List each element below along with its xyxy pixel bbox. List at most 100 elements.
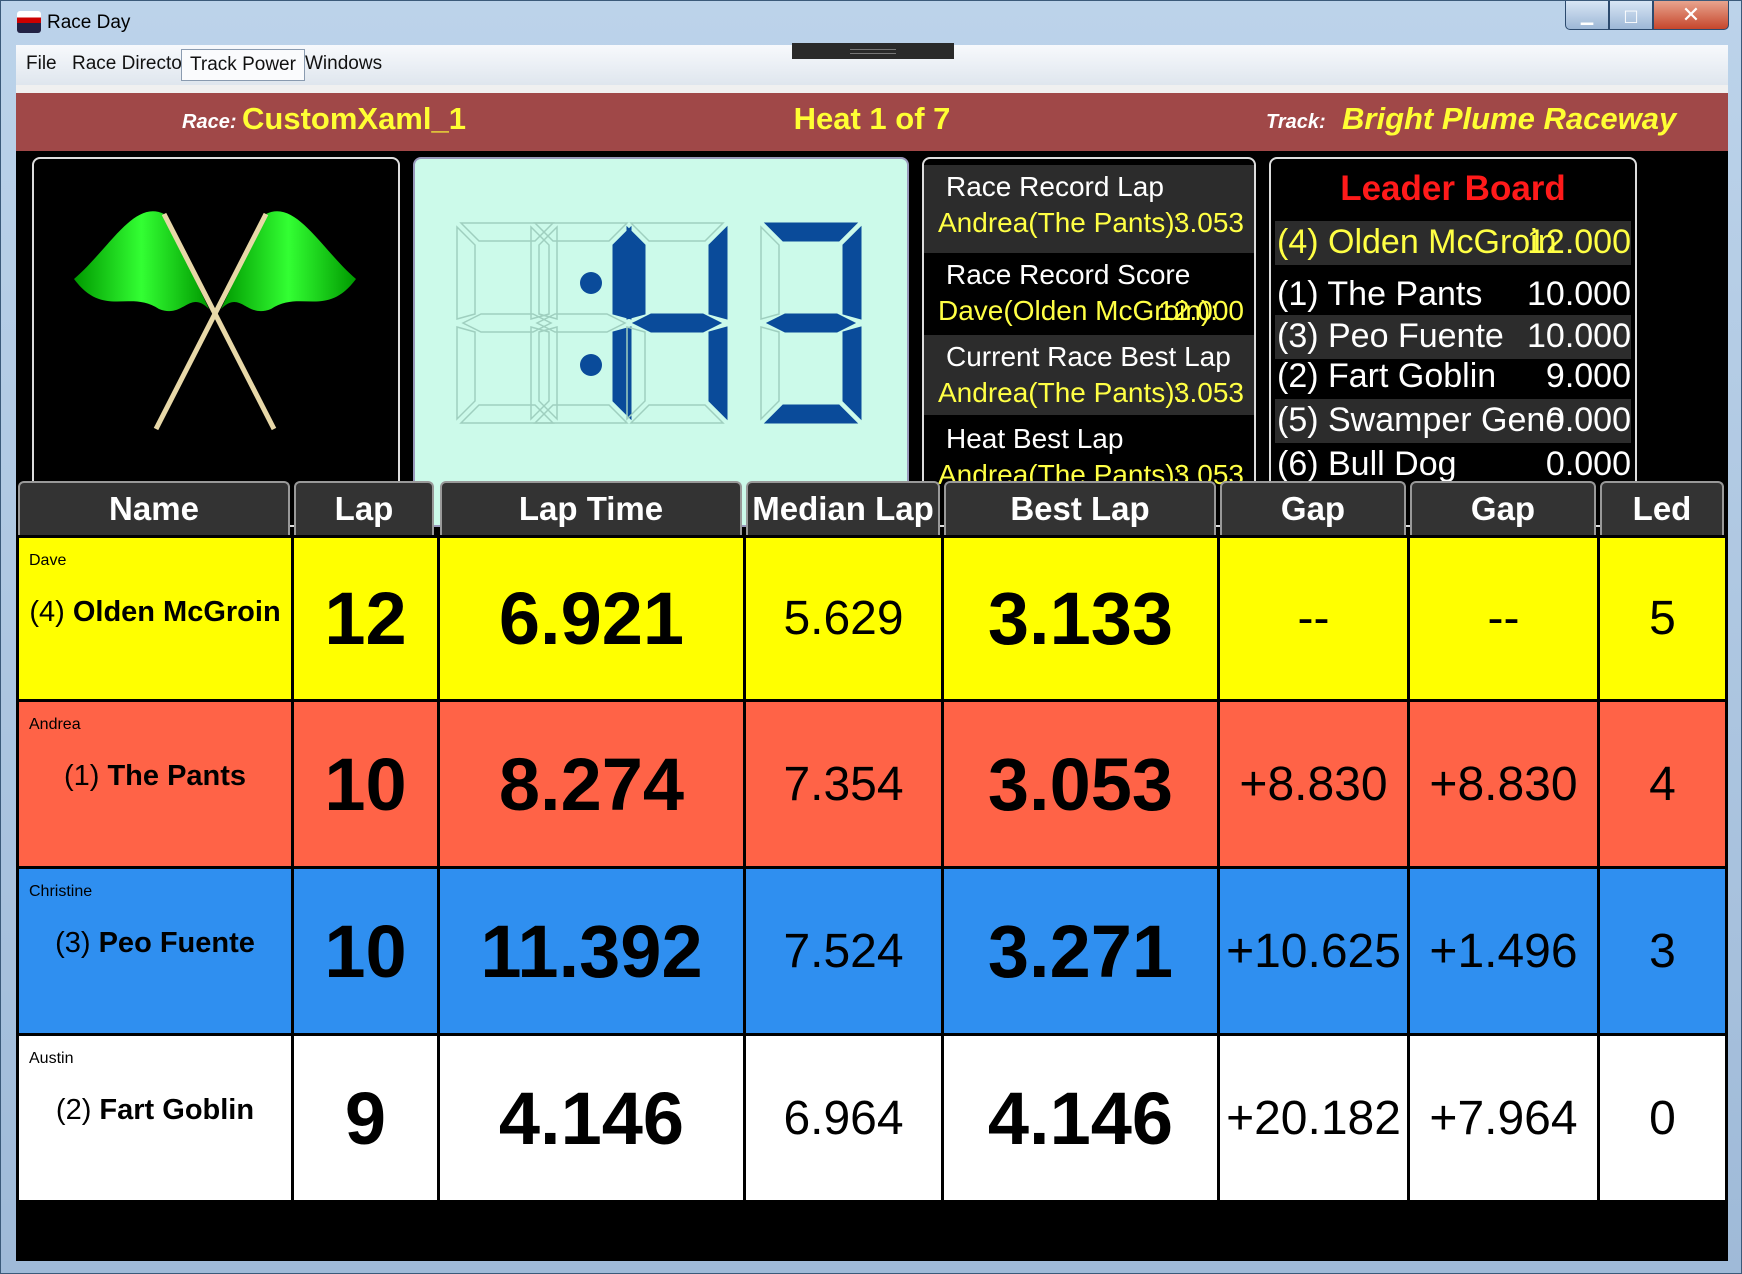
client-area: File Race Director Track Power Windows R… <box>16 43 1728 1261</box>
column-header-lap-time: Lap Time <box>440 481 742 535</box>
median-lap: 6.964 <box>783 1091 904 1145</box>
leader-board-title: Leader Board <box>1340 169 1566 208</box>
clock-segment <box>765 313 857 333</box>
clock-segment <box>763 404 859 424</box>
median-lap-cell: 5.629 <box>746 535 944 702</box>
lap-time: 6.921 <box>498 577 685 660</box>
gap-leader-cell: -- <box>1220 535 1410 702</box>
median-lap: 5.629 <box>783 592 904 645</box>
driver-name: Austin <box>29 1050 74 1067</box>
car-name: (4) Olden McGroin <box>19 596 291 629</box>
lap-time-cell: 4.146 <box>440 1036 746 1203</box>
lane-number: (4) <box>29 596 65 628</box>
clock-segment <box>842 225 862 320</box>
laps-led-cell: 5 <box>1600 535 1728 702</box>
leader-score: 12.000 <box>1527 223 1631 261</box>
menu-race-director[interactable]: Race Director <box>64 49 196 79</box>
median-lap: 7.524 <box>783 924 904 978</box>
leader-name: (4) Olden McGroin <box>1277 223 1557 261</box>
lap-count-cell: 10 <box>294 702 440 869</box>
record-value: 3.053 <box>1173 207 1244 238</box>
clock-segment <box>760 326 780 421</box>
column-header-best-lap: Best Lap <box>944 481 1216 535</box>
clock-segment <box>459 222 555 242</box>
laps-led: 0 <box>1649 1091 1676 1145</box>
flag-panel <box>32 157 400 527</box>
best-lap-cell: 3.133 <box>944 535 1220 702</box>
laps-led-cell: 3 <box>1600 869 1728 1036</box>
green-flag-icon <box>74 211 356 431</box>
car-title: Fart Goblin <box>99 1094 255 1126</box>
laps-led: 5 <box>1649 592 1676 645</box>
car-title: Peo Fuente <box>98 927 255 959</box>
column-header-median-lap: Median Lap <box>746 481 940 535</box>
close-button[interactable]: ✕ <box>1653 1 1729 30</box>
race-day-window: Race Day ▁ □ ✕ File Race Director Track … <box>0 0 1742 1274</box>
gap-interval: +1.496 <box>1429 924 1578 978</box>
racer-name-cell: Andrea (1) The Pants <box>16 702 294 869</box>
gap-leader-cell: +20.182 <box>1220 1036 1410 1203</box>
clock-segment <box>612 326 632 421</box>
minimize-button[interactable]: ▁ <box>1565 1 1609 30</box>
leader-score: 10.000 <box>1527 275 1631 313</box>
clock-segment <box>629 222 725 242</box>
clock-segment <box>456 225 476 320</box>
clock-colon <box>580 354 602 376</box>
title-bar[interactable]: Race Day ▁ □ ✕ <box>1 1 1741 41</box>
best-lap: 3.271 <box>987 909 1174 993</box>
lap-count: 9 <box>344 1076 387 1160</box>
gap-leader-cell: +10.625 <box>1220 869 1410 1036</box>
clock-segment <box>456 326 476 421</box>
clock-segment <box>842 326 862 421</box>
leader-row: (1) The Pants 10.000 <box>1275 273 1631 317</box>
lap-count: 12 <box>324 577 407 660</box>
best-lap-cell: 4.146 <box>944 1036 1220 1203</box>
race-info-bar: Race: CustomXaml_1 Heat 1 of 7 Track: Br… <box>16 93 1728 151</box>
column-header-gap-interval: Gap <box>1410 481 1596 535</box>
gap-leader: +20.182 <box>1226 1091 1401 1145</box>
leader-name: (3) Peo Fuente <box>1277 317 1504 355</box>
lane-number: (3) <box>55 927 91 959</box>
racer-name-cell: Austin (2) Fart Goblin <box>16 1036 294 1203</box>
racer-name-cell: Christine (3) Peo Fuente <box>16 869 294 1036</box>
lap-time: 11.392 <box>480 909 703 993</box>
menu-windows[interactable]: Windows <box>297 49 390 79</box>
clock-segment <box>533 404 629 424</box>
gap-interval: +8.830 <box>1429 757 1578 811</box>
leader-row: (4) Olden McGroin 12.000 <box>1275 221 1631 265</box>
menu-track-power[interactable]: Track Power <box>181 49 305 81</box>
column-header-gap: Gap <box>1220 481 1406 535</box>
menu-file[interactable]: File <box>18 49 65 79</box>
driver-name: Dave <box>29 552 67 569</box>
car-title: Olden McGroin <box>72 596 281 628</box>
gap-interval-cell: +8.830 <box>1410 702 1600 869</box>
app-logo-icon <box>17 11 41 33</box>
maximize-button[interactable]: □ <box>1609 1 1653 30</box>
leader-score: 0.000 <box>1545 445 1631 483</box>
panel-resize-grip[interactable] <box>792 43 954 59</box>
menu-bar: File Race Director Track Power Windows <box>16 43 1728 85</box>
clock-segment <box>626 225 646 320</box>
record-holder: Andrea(The Pants): <box>938 207 1183 238</box>
leader-row: (5) Swamper Gene 0.000 <box>1275 399 1631 443</box>
car-title: The Pants <box>107 760 247 792</box>
best-lap: 4.146 <box>987 1076 1174 1160</box>
window-title: Race Day <box>47 12 131 33</box>
lap-count: 10 <box>324 742 407 826</box>
driver-name: Andrea <box>29 716 81 733</box>
record-title: Race Record Score <box>946 259 1191 290</box>
clock-segment <box>760 225 780 320</box>
leader-name: (5) Swamper Gene <box>1277 401 1565 439</box>
median-lap-cell: 7.524 <box>746 869 944 1036</box>
record-current-best-lap: Current Race Best Lap Andrea(The Pants):… <box>924 335 1254 415</box>
record-title: Current Race Best Lap <box>946 341 1231 372</box>
leader-row: (3) Peo Fuente 10.000 <box>1275 315 1631 359</box>
clock-segment <box>763 222 859 242</box>
clock-segment <box>629 404 725 424</box>
race-panel: Race: CustomXaml_1 Heat 1 of 7 Track: Br… <box>16 93 1728 1261</box>
car-name: (3) Peo Fuente <box>19 927 291 960</box>
lap-time: 4.146 <box>498 1076 685 1160</box>
clock-segment <box>708 326 728 421</box>
laps-led-cell: 4 <box>1600 702 1728 869</box>
leader-name: (1) The Pants <box>1277 275 1483 313</box>
